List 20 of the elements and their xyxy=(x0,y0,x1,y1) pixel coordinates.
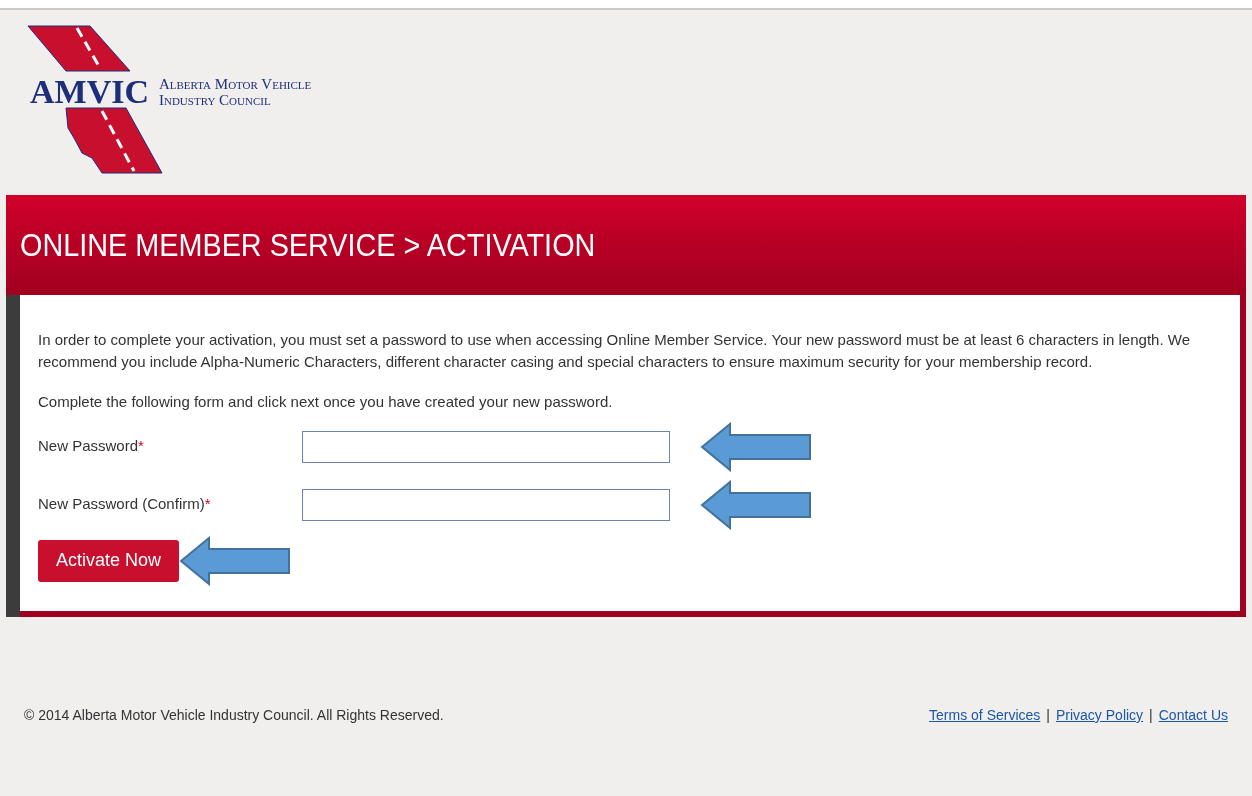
arrow-icon xyxy=(700,421,812,472)
logo-name: Industry Council xyxy=(159,91,272,108)
separator: | xyxy=(1149,706,1153,725)
intro-text: In order to complete your activation, you must set a password to use when accessing Online Member Service. Your new password must be at least 6 characters in length. We recommend you include Alpha-Numeric Characters, different character casing and special characters to ensure maximum security for your membership record. xyxy=(38,330,1191,372)
copyright-text: © 2014 Alberta Motor Vehicle Industry Council. All Rights Reserved. xyxy=(24,706,444,725)
page-title: ONLINE MEMBER SERVICE > ACTIVATION xyxy=(20,226,596,265)
footer-link[interactable]: Privacy Policy xyxy=(1055,705,1144,726)
field-label: New Password* xyxy=(38,436,145,457)
logo-acronym: AMVIC xyxy=(30,74,149,109)
password-field[interactable] xyxy=(302,488,670,521)
activate-button[interactable]: Activate Now xyxy=(38,539,180,582)
logo-name: Alberta Motor Vehicle xyxy=(159,75,312,92)
field-label: New Password (Confirm)* xyxy=(38,494,212,515)
instruction-text: Complete the following form and click next once you have created your new password. xyxy=(38,392,614,412)
password-field[interactable] xyxy=(302,430,670,463)
separator: | xyxy=(1046,706,1050,725)
footer-link[interactable]: Contact Us xyxy=(1158,705,1228,726)
footer-link[interactable]: Terms of Services xyxy=(929,705,1041,726)
arrow-icon xyxy=(700,479,812,530)
arrow-icon xyxy=(179,535,292,586)
